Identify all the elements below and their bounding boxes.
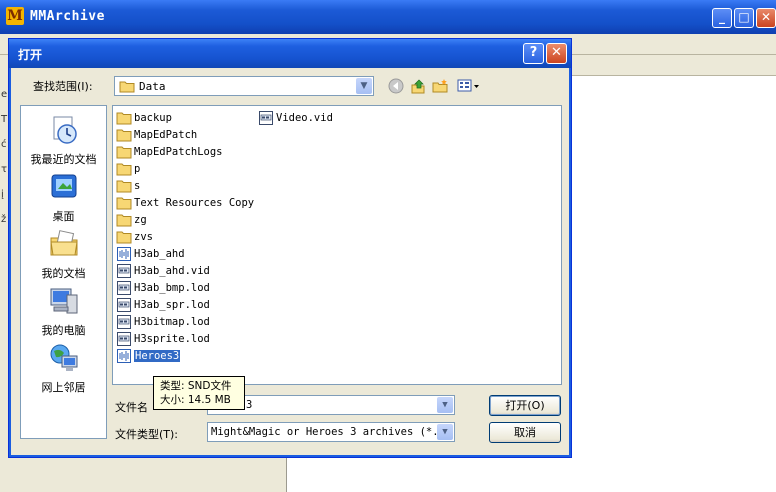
file-name: p <box>134 163 141 175</box>
file-list-item[interactable]: p <box>116 161 140 177</box>
archive-file-icon <box>117 298 131 312</box>
file-list-item[interactable]: MapEdPatchLogs <box>116 144 223 160</box>
open-button[interactable]: 打开(O) <box>489 395 561 416</box>
folder-icon <box>116 129 132 142</box>
sound-file-icon <box>117 247 131 261</box>
desktop-icon <box>51 174 76 198</box>
folder-icon <box>119 81 135 93</box>
archive-file-icon <box>117 264 131 278</box>
app-bottom-panel <box>0 458 287 492</box>
file-list-item[interactable]: Heroes3 <box>116 348 182 364</box>
filetype-dropdown[interactable]: Might&Magic or Heroes 3 archives (*.1 ▼ <box>207 422 455 442</box>
folder-icon <box>116 214 132 227</box>
view-menu-icon[interactable] <box>457 78 481 94</box>
back-icon[interactable] <box>387 78 405 94</box>
file-name: H3ab_spr.lod <box>134 299 210 311</box>
place-my-computer[interactable]: 我的电脑 <box>21 285 106 338</box>
file-list-item[interactable]: Text Resources Copy <box>116 195 254 211</box>
folder-icon <box>116 180 132 193</box>
minimize-button[interactable]: _ <box>712 8 732 28</box>
up-folder-icon[interactable] <box>409 78 427 94</box>
lookin-label: 查找范围(I): <box>33 80 93 93</box>
file-name: zg <box>134 214 147 226</box>
place-recent-documents[interactable]: 我最近的文档 <box>21 114 106 167</box>
file-list-item[interactable]: backup <box>116 110 172 126</box>
folder-icon <box>116 197 132 210</box>
places-bar: 我最近的文档 桌面 我的文档 我的电脑 网上邻居 <box>20 105 107 439</box>
archive-file-icon <box>117 332 131 346</box>
app-logo-icon: M <box>6 7 24 25</box>
file-list-item[interactable]: H3ab_ahd <box>116 246 185 262</box>
dialog-titlebar[interactable]: 打开 ? ✕ <box>9 39 571 68</box>
file-name: MapEdPatch <box>134 129 198 141</box>
file-name: H3sprite.lod <box>134 333 210 345</box>
folder-icon <box>116 146 132 159</box>
folder-icon <box>116 163 132 176</box>
file-list-item[interactable]: zvs <box>116 229 153 245</box>
file-list-item[interactable]: H3ab_ahd.vid <box>116 263 210 279</box>
filetype-label: 文件类型(T): <box>115 428 179 441</box>
file-list-item[interactable]: H3bitmap.lod <box>116 314 210 330</box>
file-name: Heroes3 <box>132 349 182 363</box>
file-list-item[interactable]: zg <box>116 212 147 228</box>
network-places-icon <box>50 344 77 371</box>
file-name: zvs <box>134 231 153 243</box>
my-documents-icon <box>49 230 78 256</box>
help-button[interactable]: ? <box>523 43 544 64</box>
file-name: backup <box>134 112 172 124</box>
new-folder-icon[interactable] <box>431 78 449 94</box>
archive-file-icon <box>117 281 131 295</box>
place-desktop[interactable]: 桌面 <box>21 171 106 224</box>
file-list-item[interactable]: Video.vid <box>258 110 333 126</box>
file-list-item[interactable]: H3sprite.lod <box>116 331 210 347</box>
maximize-button[interactable]: □ <box>734 8 754 28</box>
archive-file-icon <box>259 111 273 125</box>
file-name: H3ab_ahd.vid <box>134 265 210 277</box>
dialog-title: 打开 <box>18 48 43 62</box>
recent-documents-icon <box>53 116 77 144</box>
file-list-item[interactable]: MapEdPatch <box>116 127 197 143</box>
file-name: s <box>134 180 141 192</box>
open-dialog: 打开 ? ✕ 查找范围(I): Data ▼ 我最近的文档 桌面 我的文档 我的… <box>8 38 572 458</box>
file-list-item[interactable]: H3ab_bmp.lod <box>116 280 210 296</box>
filetype-value: Might&Magic or Heroes 3 archives (*.1 <box>211 426 445 438</box>
filename-value: 3 <box>246 399 253 411</box>
file-name: Video.vid <box>276 112 333 124</box>
chevron-down-icon[interactable]: ▼ <box>437 424 453 440</box>
file-tooltip: 类型: SND文件 大小: 14.5 MB <box>153 376 245 410</box>
file-name: H3bitmap.lod <box>134 316 210 328</box>
cancel-button[interactable]: 取消 <box>489 422 561 443</box>
archive-file-icon <box>117 315 131 329</box>
place-my-documents[interactable]: 我的文档 <box>21 228 106 281</box>
my-computer-icon <box>50 288 77 314</box>
file-name: MapEdPatchLogs <box>134 146 223 158</box>
file-name: H3ab_bmp.lod <box>134 282 210 294</box>
chevron-down-icon[interactable]: ▼ <box>437 397 453 413</box>
file-list-item[interactable]: s <box>116 178 140 194</box>
app-close-button[interactable]: ✕ <box>756 8 776 28</box>
lookin-dropdown[interactable]: Data ▼ <box>114 76 374 96</box>
lookin-value: Data <box>139 80 166 93</box>
filename-label: 文件名 <box>115 401 148 414</box>
app-title: MMArchive <box>30 9 105 24</box>
file-name: H3ab_ahd <box>134 248 185 260</box>
tooltip-type: 类型: SND文件 <box>160 380 232 392</box>
tooltip-size: 大小: 14.5 MB <box>160 394 231 406</box>
place-network[interactable]: 网上邻居 <box>21 342 106 395</box>
file-list[interactable]: backup MapEdPatch MapEdPatchLogs p s Text Res… <box>112 105 562 385</box>
file-name: Text Resources Copy <box>134 197 255 209</box>
sound-file-icon <box>117 349 131 363</box>
folder-icon <box>116 231 132 244</box>
folder-icon <box>116 112 132 125</box>
file-list-item[interactable]: H3ab_spr.lod <box>116 297 210 313</box>
dialog-close-button[interactable]: ✕ <box>546 43 567 64</box>
app-titlebar[interactable]: M MMArchive _ □ ✕ <box>0 0 776 34</box>
chevron-down-icon[interactable]: ▼ <box>356 78 372 94</box>
